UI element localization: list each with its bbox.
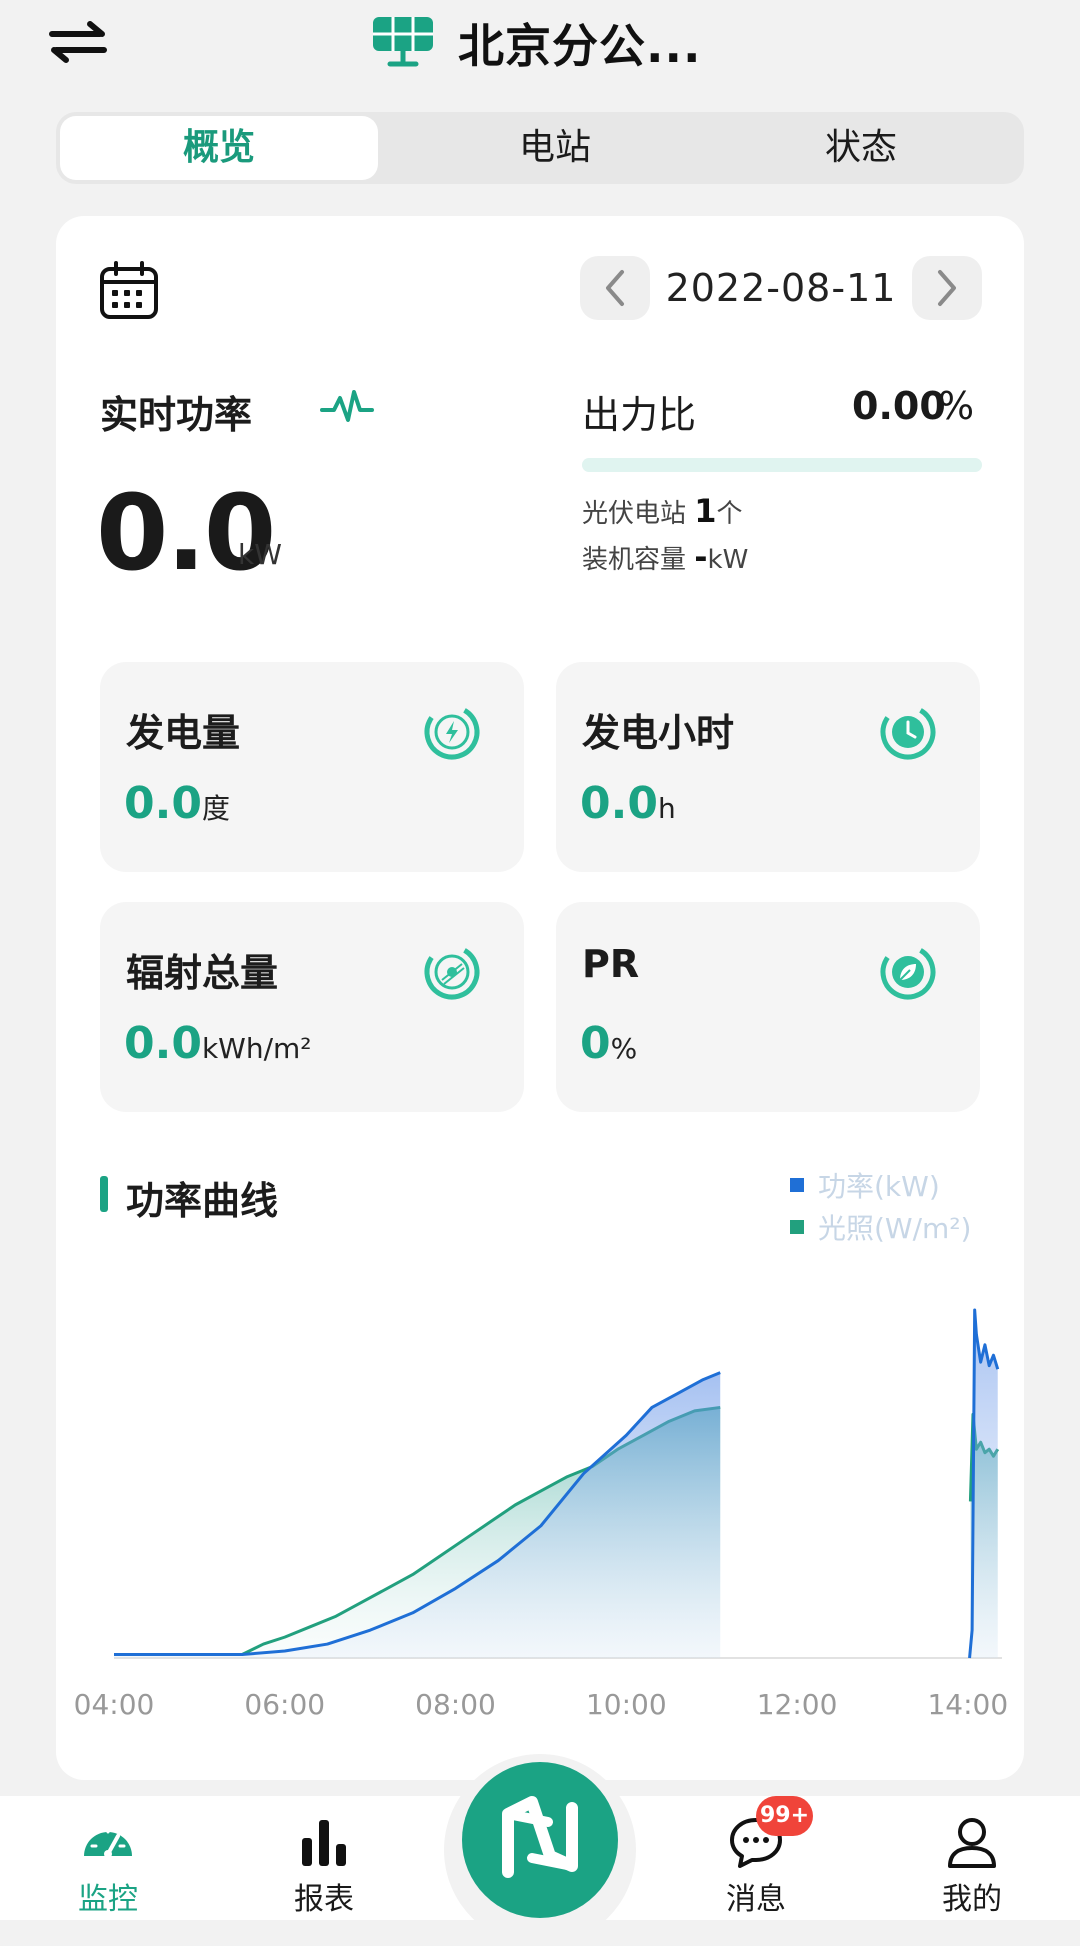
installed-capacity: 装机容量 -kW xyxy=(582,538,748,576)
power-curve-chart[interactable] xyxy=(60,1290,1020,1710)
nav-label: 消息 xyxy=(726,1882,786,1917)
solar-panel-icon xyxy=(370,14,436,72)
leaf-ring-icon xyxy=(878,942,938,1002)
capacity-unit: kW xyxy=(707,545,749,575)
chart-legend[interactable]: 功率(kW) 光照(W/m²) xyxy=(790,1164,971,1248)
clock-ring-icon xyxy=(878,702,938,762)
page-title: 北京分公... xyxy=(458,19,702,73)
stat-label: PR xyxy=(582,942,640,986)
tab-status[interactable]: 状态 xyxy=(702,116,1020,180)
realtime-power-unit: kW xyxy=(238,538,282,571)
realtime-power-value: 0.0 xyxy=(96,472,276,594)
pv-station-unit: 个 xyxy=(716,499,743,529)
capacity-label: 装机容量 xyxy=(582,545,695,575)
legend-item-light[interactable]: 光照(W/m²) xyxy=(790,1206,971,1248)
stat-tile-pr[interactable]: PR 0% xyxy=(556,902,980,1112)
chart-title: 功率曲线 xyxy=(126,1179,279,1223)
capacity-value: - xyxy=(694,538,708,576)
tab-stations[interactable]: 电站 xyxy=(396,116,714,180)
pv-station-label: 光伏电站 xyxy=(582,499,695,529)
legend-label: 功率(kW) xyxy=(818,1170,940,1203)
output-ratio-value: 0.00 xyxy=(852,384,946,428)
x-axis-tick-label: 06:00 xyxy=(244,1688,326,1721)
stat-value: 0.0kWh/m² xyxy=(124,1018,312,1069)
nav-label: 我的 xyxy=(942,1882,1002,1917)
chevron-left-icon xyxy=(606,270,624,306)
nav-label: 报表 xyxy=(294,1882,354,1917)
user-icon xyxy=(948,1818,996,1868)
x-axis-tick-label: 12:00 xyxy=(756,1688,838,1721)
stat-value: 0% xyxy=(580,1018,638,1069)
chart-title-marker xyxy=(100,1176,108,1212)
nav-item-reports[interactable]: 报表 xyxy=(254,1816,394,1918)
calendar-icon[interactable] xyxy=(98,260,160,322)
sun-ring-icon xyxy=(422,942,482,1002)
nav-item-monitor[interactable]: 监控 xyxy=(38,1816,178,1918)
message-badge: 99+ xyxy=(756,1796,814,1836)
chevron-right-icon xyxy=(938,270,956,306)
stat-label: 发电量 xyxy=(126,711,241,755)
output-ratio-bar xyxy=(582,458,982,472)
x-axis-tick-label: 04:00 xyxy=(73,1688,155,1721)
stat-value: 0.0h xyxy=(580,778,676,829)
tab-bar: 概览 电站 状态 xyxy=(56,112,1024,184)
switch-station-icon[interactable] xyxy=(46,18,110,66)
power-series-area xyxy=(114,1372,721,1658)
legend-label: 光照(W/m²) xyxy=(818,1212,972,1245)
gauge-icon xyxy=(84,1826,132,1858)
previous-date-button[interactable] xyxy=(580,256,650,320)
nav-item-profile[interactable]: 我的 xyxy=(902,1816,1042,1918)
stat-value: 0.0度 xyxy=(124,778,230,829)
realtime-power-label: 实时功率 xyxy=(100,393,253,437)
bar-chart-icon xyxy=(302,1820,346,1866)
pv-station-number: 1 xyxy=(694,492,717,530)
stat-tile-radiation[interactable]: 辐射总量 0.0kWh/m² xyxy=(100,902,524,1112)
x-axis-tick-label: 14:00 xyxy=(927,1688,1009,1721)
x-axis-tick-label: 08:00 xyxy=(415,1688,496,1721)
legend-item-power[interactable]: 功率(kW) xyxy=(790,1164,971,1206)
legend-swatch-light xyxy=(790,1220,804,1234)
stat-tile-hours[interactable]: 发电小时 0.0h xyxy=(556,662,980,872)
output-ratio-label: 出力比 xyxy=(582,393,697,437)
brand-logo-icon xyxy=(502,1796,578,1878)
nav-label: 监控 xyxy=(78,1882,138,1917)
next-date-button[interactable] xyxy=(912,256,982,320)
stat-tile-energy[interactable]: 发电量 0.0度 xyxy=(100,662,524,872)
station-title[interactable]: 北京分公... xyxy=(370,8,701,78)
output-ratio-percent-sign: % xyxy=(938,384,975,428)
pulse-icon xyxy=(320,388,374,426)
legend-swatch-power xyxy=(790,1178,804,1192)
x-axis-tick-label: 10:00 xyxy=(585,1688,667,1721)
stat-label: 辐射总量 xyxy=(126,951,279,995)
brand-logo-button[interactable] xyxy=(462,1762,618,1918)
tab-overview[interactable]: 概览 xyxy=(60,116,378,180)
date-display[interactable]: 2022-08-11 xyxy=(650,256,912,320)
pv-station-count: 光伏电站 1个 xyxy=(582,492,743,530)
lightning-ring-icon xyxy=(422,702,482,762)
stat-label: 发电小时 xyxy=(582,711,735,755)
